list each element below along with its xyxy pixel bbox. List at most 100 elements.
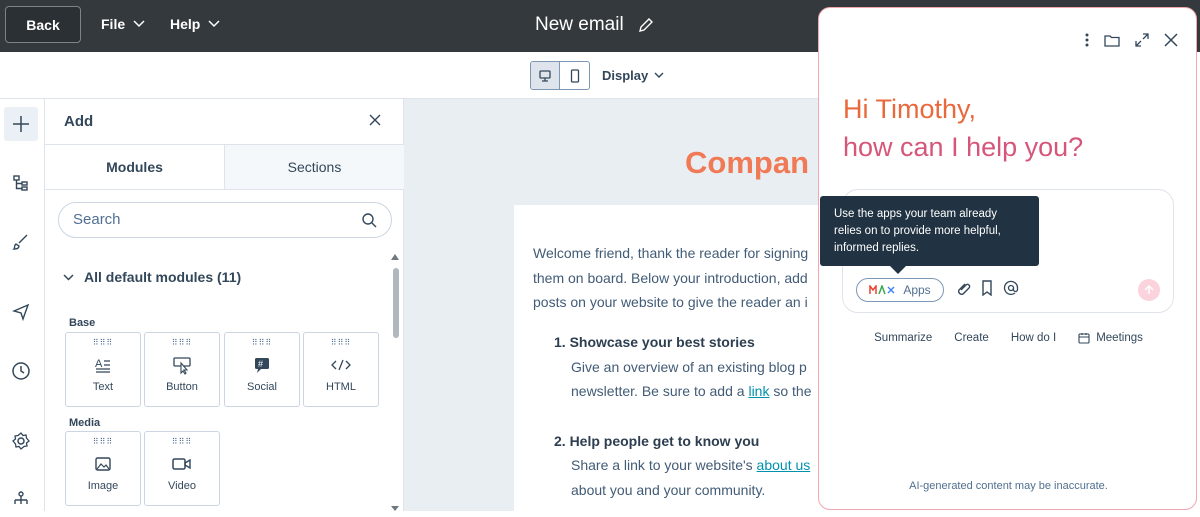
assistant-header-actions (1084, 32, 1178, 48)
greeting-name: Hi Timothy, (843, 94, 977, 124)
drag-handle-icon: ⠿⠿⠿ (251, 338, 273, 347)
drag-handle-icon: ⠿⠿⠿ (330, 338, 352, 347)
tab-modules[interactable]: Modules (45, 145, 225, 189)
folder-icon[interactable] (1104, 33, 1120, 47)
add-panel-tabs: Modules Sections (45, 144, 404, 190)
group-label-media: Media (69, 417, 101, 429)
apps-button-label: Apps (903, 283, 931, 297)
quick-action-label: Create (954, 332, 989, 344)
image-icon (94, 454, 112, 474)
module-text[interactable]: ⠿⠿⠿ A Text (65, 332, 141, 407)
scroll-down-arrow-icon[interactable] (391, 506, 399, 511)
left-icon-rail (0, 99, 45, 511)
apps-button[interactable]: Apps (856, 278, 944, 302)
add-icon[interactable] (4, 107, 38, 141)
arrow-up-icon (1144, 285, 1154, 294)
video-icon (172, 454, 192, 474)
add-panel-title: Add (64, 113, 94, 130)
button-icon (172, 355, 192, 375)
module-label: Video (168, 480, 196, 492)
list-item-text-part: so the (769, 383, 812, 399)
modules-section-toggle[interactable]: All default modules (11) (63, 269, 241, 285)
expand-icon[interactable] (1134, 32, 1150, 48)
pencil-icon[interactable] (638, 17, 654, 33)
email-title[interactable]: New email (535, 14, 654, 36)
intro-line: posts on your website to give the reader… (533, 294, 808, 310)
scroll-up-arrow-icon[interactable] (391, 254, 399, 260)
display-menu[interactable]: Display (602, 68, 664, 83)
send-button[interactable] (1138, 279, 1160, 301)
view-toggle (530, 61, 590, 90)
modules-section-title: All default modules (11) (84, 269, 242, 285)
module-label: Button (166, 381, 198, 393)
desktop-view-button[interactable] (531, 62, 560, 89)
meetings-icon (1078, 333, 1090, 344)
prompt-tools (955, 280, 1019, 296)
quick-action-summarize[interactable]: Summarize (874, 332, 932, 344)
module-button[interactable]: ⠿⠿⠿ Button (144, 332, 220, 407)
about-us-link[interactable]: about us (757, 457, 811, 473)
svg-text:#: # (258, 359, 263, 369)
chevron-down-icon (63, 273, 74, 281)
list-item-text: Give an overview of an existing blog p (571, 359, 807, 375)
close-icon[interactable] (1164, 33, 1178, 47)
mention-icon[interactable] (1003, 280, 1019, 296)
module-video[interactable]: ⠿⠿⠿ Video (144, 431, 220, 506)
close-icon[interactable] (368, 113, 382, 132)
mobile-view-button[interactable] (560, 62, 589, 89)
group-label-base: Base (69, 317, 96, 329)
desktop-icon (539, 69, 551, 82)
clock-icon[interactable] (4, 354, 38, 388)
list-item-text: about you and your community. (571, 482, 766, 498)
list-item-title: 1. Showcase your best stories (554, 334, 755, 350)
quick-action-meetings[interactable]: Meetings (1078, 332, 1143, 344)
send-icon[interactable] (4, 295, 38, 329)
intro-line: Welcome friend, thank the reader for sig… (533, 245, 809, 261)
list-item-text: Share a link to your website's about us (571, 457, 810, 473)
apps-tooltip: Use the apps your team already relies on… (820, 196, 1039, 266)
ai-assistant-panel: Hi Timothy, how can I help you? Apps Use… (818, 7, 1197, 510)
module-html[interactable]: ⠿⠿⠿ HTML (303, 332, 379, 407)
drag-handle-icon: ⠿⠿⠿ (171, 437, 193, 446)
file-menu[interactable]: File (101, 16, 145, 32)
html-icon (330, 355, 352, 375)
quick-action-create[interactable]: Create (954, 332, 989, 344)
list-item-title: 2. Help people get to know you (554, 433, 760, 449)
text-icon: A (94, 355, 112, 375)
list-item-text: newsletter. Be sure to add a link so the (571, 383, 812, 399)
email-body[interactable]: Welcome friend, thank the reader for sig… (514, 205, 820, 511)
module-label: Text (92, 381, 114, 393)
blog-link[interactable]: link (748, 383, 769, 399)
module-image[interactable]: ⠿⠿⠿ Image (65, 431, 141, 506)
module-search (58, 202, 392, 238)
brush-icon[interactable] (4, 225, 38, 259)
drag-handle-icon: ⠿⠿⠿ (171, 338, 193, 347)
social-icon: # (253, 355, 271, 375)
search-icon[interactable] (361, 212, 377, 228)
quick-actions: Summarize Create How do I Meetings (819, 332, 1198, 344)
help-menu[interactable]: Help (170, 16, 220, 32)
attach-icon[interactable] (955, 280, 971, 296)
module-label: Social (247, 381, 277, 393)
back-button[interactable]: Back (5, 6, 81, 43)
gear-icon[interactable] (4, 424, 38, 458)
module-label: Image (87, 480, 119, 492)
drag-handle-icon: ⠿⠿⠿ (92, 437, 114, 446)
apps-logos-icon (869, 285, 895, 295)
email-canvas[interactable]: Compan Welcome friend, thank the reader … (404, 99, 820, 511)
scrollbar-thumb[interactable] (393, 268, 399, 338)
tooltip-arrow (890, 266, 906, 274)
quick-action-label: How do I (1010, 332, 1057, 344)
tree-icon[interactable] (4, 483, 38, 517)
add-panel: Add Modules Sections All default modules… (45, 99, 404, 511)
editor-toolbar: Display (0, 52, 820, 99)
more-options-icon[interactable] (1084, 32, 1090, 48)
tab-sections[interactable]: Sections (225, 145, 404, 189)
module-social[interactable]: ⠿⠿⠿ # Social (224, 332, 300, 407)
search-input[interactable] (73, 211, 353, 228)
quick-action-how-do-i[interactable]: How do I (1011, 332, 1056, 344)
structure-icon[interactable] (4, 166, 38, 200)
quick-action-label: Summarize (874, 332, 933, 344)
bookmark-icon[interactable] (981, 280, 993, 296)
ai-disclaimer: AI-generated content may be inaccurate. (909, 480, 1108, 492)
